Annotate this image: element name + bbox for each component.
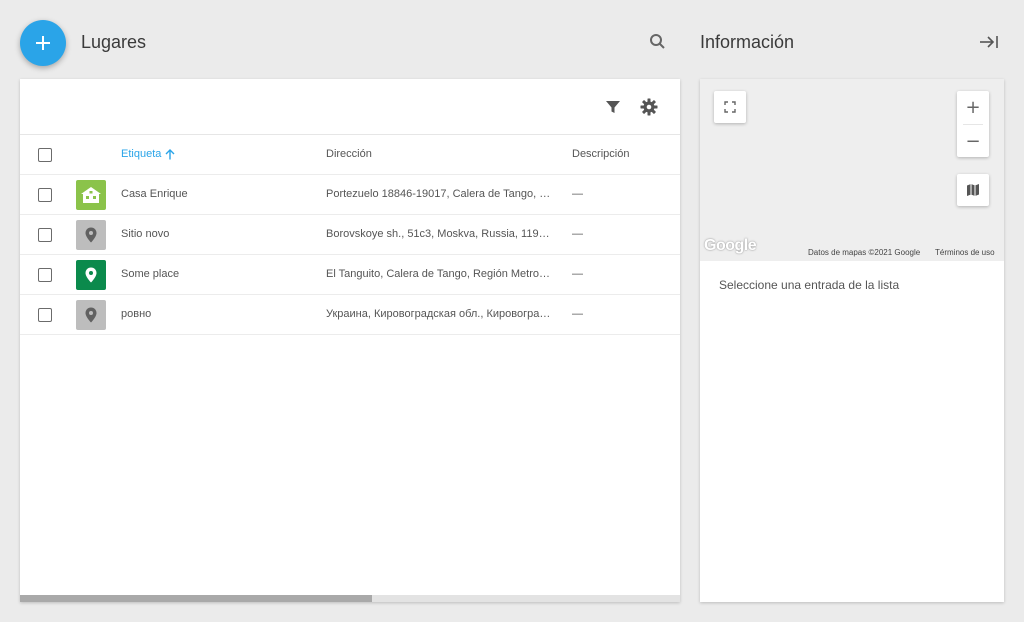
places-table: Etiqueta Dirección Descripción Casa Enri… [20,135,680,335]
place-address: Украина, Кировоградская обл., Кировоград… [326,308,554,320]
map-pin-icon [85,227,97,243]
map-terms-link[interactable]: Términos de uso [935,248,995,257]
place-thumbnail [76,260,106,290]
places-list-card: Etiqueta Dirección Descripción Casa Enri… [20,79,680,602]
place-thumbnail [76,220,106,250]
house-icon [81,187,101,203]
place-address: Portezuelo 18846-19017, Calera de Tango,… [326,188,554,200]
place-address: Borovskoye sh., 51c3, Moskva, Russia, 11… [326,228,554,240]
column-header-description[interactable]: Descripción [572,148,629,160]
place-thumbnail [76,300,106,330]
fullscreen-icon [724,101,736,113]
arrow-right-to-bar-icon [980,36,998,48]
settings-button[interactable] [638,96,660,118]
collapse-panel-button[interactable] [978,32,1000,52]
place-description: — [572,228,583,240]
place-label: Casa Enrique [121,188,188,200]
add-place-button[interactable] [20,20,66,66]
row-checkbox[interactable] [38,228,52,242]
google-logo: Google [704,237,757,254]
place-address: El Tanguito, Calera de Tango, Región Met… [326,268,554,280]
page-title: Lugares [81,32,147,52]
zoom-controls: + − [957,91,989,157]
place-label: Sitio novo [121,228,170,240]
table-row[interactable]: Casa Enrique Portezuelo 18846-19017, Cal… [20,175,680,215]
place-label: ровно [121,308,152,320]
row-checkbox[interactable] [38,268,52,282]
map-type-button[interactable] [957,174,989,206]
place-description: — [572,268,583,280]
map-data-credit: Datos de mapas ©2021 Google [808,248,921,257]
place-description: — [572,308,583,320]
zoom-in-button[interactable]: + [957,91,989,124]
column-header-address[interactable]: Dirección [326,148,372,160]
empty-selection-message: Seleccione una entrada de la lista [719,278,900,292]
place-description: — [572,188,583,200]
table-row[interactable]: ровно Украина, Кировоградская обл., Киро… [20,295,680,335]
map-icon [967,184,979,196]
table-row[interactable]: Sitio novo Borovskoye sh., 51c3, Moskva,… [20,215,680,255]
column-header-label[interactable]: Etiqueta [121,148,175,160]
arrow-up-icon [165,148,175,159]
map-pin-icon [85,307,97,323]
scrollbar-thumb[interactable] [20,595,372,602]
row-checkbox[interactable] [38,308,52,322]
fullscreen-button[interactable] [714,91,746,123]
gear-icon [640,98,658,116]
info-panel-title: Información [700,32,795,52]
table-row[interactable]: Some place El Tanguito, Calera de Tango,… [20,255,680,295]
map-pin-icon [85,267,97,283]
row-checkbox[interactable] [38,188,52,202]
info-panel: + − Google Datos de mapas ©2021 Google T… [700,79,1004,602]
plus-icon [36,36,50,50]
list-toolbar [20,79,680,135]
map-view[interactable]: + − Google Datos de mapas ©2021 Google T… [700,79,1004,261]
select-all-checkbox[interactable] [38,148,52,162]
horizontal-scrollbar[interactable] [20,595,680,602]
filter-icon [606,101,620,113]
search-icon [650,34,665,49]
table-header-row: Etiqueta Dirección Descripción [20,135,680,175]
place-thumbnail [76,180,106,210]
zoom-out-button[interactable]: − [957,125,989,158]
place-label: Some place [121,268,180,280]
search-button[interactable] [648,32,668,52]
filter-button[interactable] [602,96,624,118]
